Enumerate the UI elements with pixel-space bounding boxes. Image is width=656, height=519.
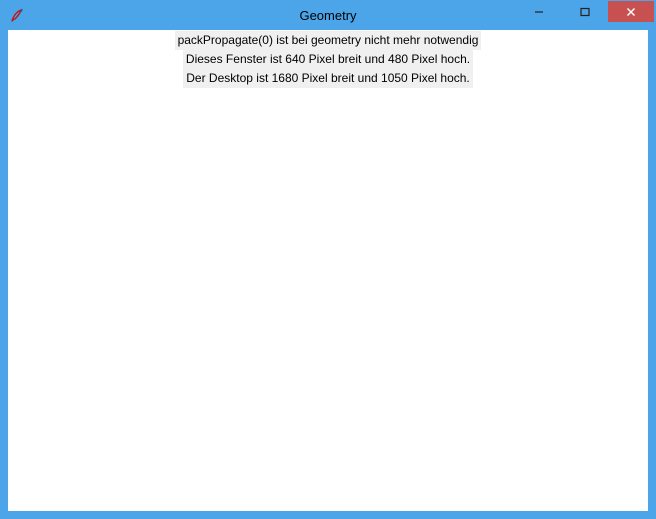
info-label: Dieses Fenster ist 640 Pixel breit und 4… bbox=[183, 50, 473, 69]
titlebar[interactable]: Geometry bbox=[1, 1, 655, 30]
info-label: packPropagate(0) ist bei geometry nicht … bbox=[175, 31, 482, 50]
tk-feather-icon bbox=[7, 6, 27, 26]
minimize-button[interactable] bbox=[516, 1, 562, 22]
maximize-button[interactable] bbox=[562, 1, 608, 22]
window-frame: Geometry packPropagate(0) ist bei geomet… bbox=[0, 0, 656, 519]
window-control-buttons bbox=[516, 1, 655, 22]
info-label: Der Desktop ist 1680 Pixel breit und 105… bbox=[183, 69, 473, 88]
client-area: packPropagate(0) ist bei geometry nicht … bbox=[8, 30, 648, 511]
close-button[interactable] bbox=[608, 1, 654, 22]
label-stack: packPropagate(0) ist bei geometry nicht … bbox=[8, 30, 648, 88]
